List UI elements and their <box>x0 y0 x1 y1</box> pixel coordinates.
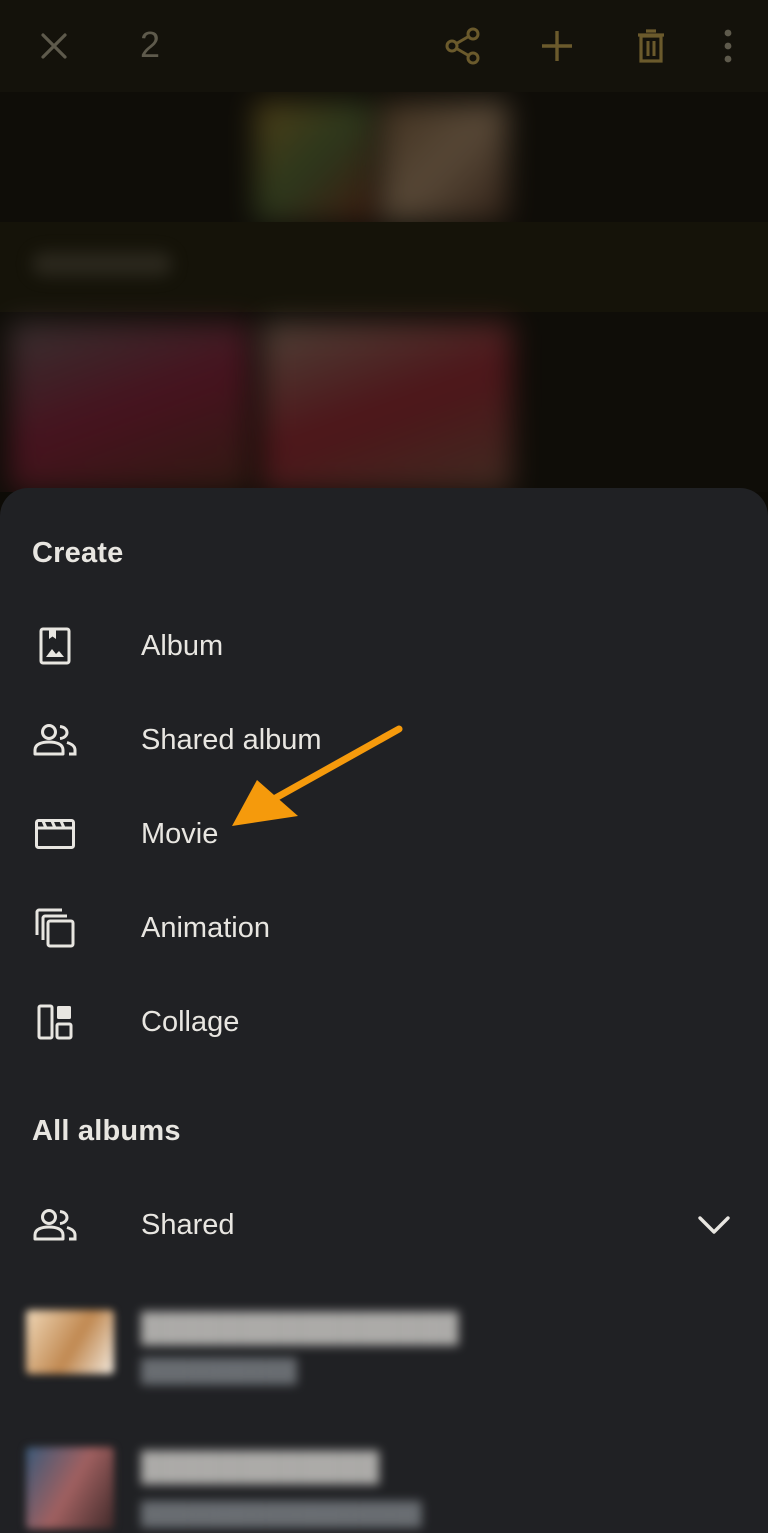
album-list-item[interactable]: ████████████ ██████████████████ <box>0 1443 768 1533</box>
more-vert-icon <box>724 29 732 63</box>
create-shared-album-item[interactable]: Shared album <box>0 693 768 787</box>
people-icon <box>32 1202 78 1248</box>
album-thumbnail <box>26 1310 114 1374</box>
blurred-photo-grid <box>0 92 768 492</box>
create-collage-item[interactable]: Collage <box>0 975 768 1069</box>
create-shared-album-label: Shared album <box>141 723 322 756</box>
share-icon <box>445 27 480 65</box>
create-album-label: Album <box>141 629 224 662</box>
movie-clapper-icon <box>32 811 78 857</box>
album-list-item[interactable]: ████████████████ ██████████ <box>0 1300 768 1410</box>
share-button[interactable] <box>435 18 491 74</box>
album-thumbnail <box>26 1447 114 1529</box>
selected-count: 2 <box>140 24 161 65</box>
close-icon <box>41 33 67 59</box>
more-options-button[interactable] <box>700 18 756 74</box>
shared-albums-label: Shared <box>141 1208 235 1241</box>
create-section-title: Create <box>32 537 124 569</box>
photo-thumbnail <box>10 322 250 492</box>
shared-albums-row[interactable]: Shared <box>0 1178 768 1272</box>
all-albums-section-title: All albums <box>32 1115 181 1147</box>
animation-icon <box>32 905 78 951</box>
album-title-blurred: ████████████████ <box>141 1312 459 1343</box>
create-album-item[interactable]: Album <box>0 599 768 693</box>
delete-icon <box>638 29 664 63</box>
close-button[interactable] <box>26 18 82 74</box>
create-movie-item[interactable]: Movie <box>0 787 768 881</box>
photo-thumbnail <box>380 102 508 222</box>
photo-thumbnail <box>262 322 512 492</box>
delete-button[interactable] <box>623 18 679 74</box>
add-to-bottom-sheet: Create Album Shared album Movie Animatio… <box>0 488 768 1533</box>
album-date-blurred: ██████████████████ <box>141 1501 422 1526</box>
collage-icon <box>32 999 78 1045</box>
people-icon <box>32 717 78 763</box>
photo-album-icon <box>32 623 78 669</box>
add-icon <box>542 31 572 61</box>
chevron-down-icon[interactable] <box>692 1203 736 1247</box>
create-collage-label: Collage <box>141 1005 240 1038</box>
album-title-blurred: ████████████ <box>141 1451 380 1482</box>
create-movie-label: Movie <box>141 817 219 850</box>
create-animation-item[interactable]: Animation <box>0 881 768 975</box>
album-date-blurred: ██████████ <box>141 1358 297 1383</box>
selection-app-bar: 2 <box>0 0 768 92</box>
add-to-button[interactable] <box>529 18 585 74</box>
photo-thumbnail <box>255 102 375 222</box>
create-animation-label: Animation <box>141 911 270 944</box>
